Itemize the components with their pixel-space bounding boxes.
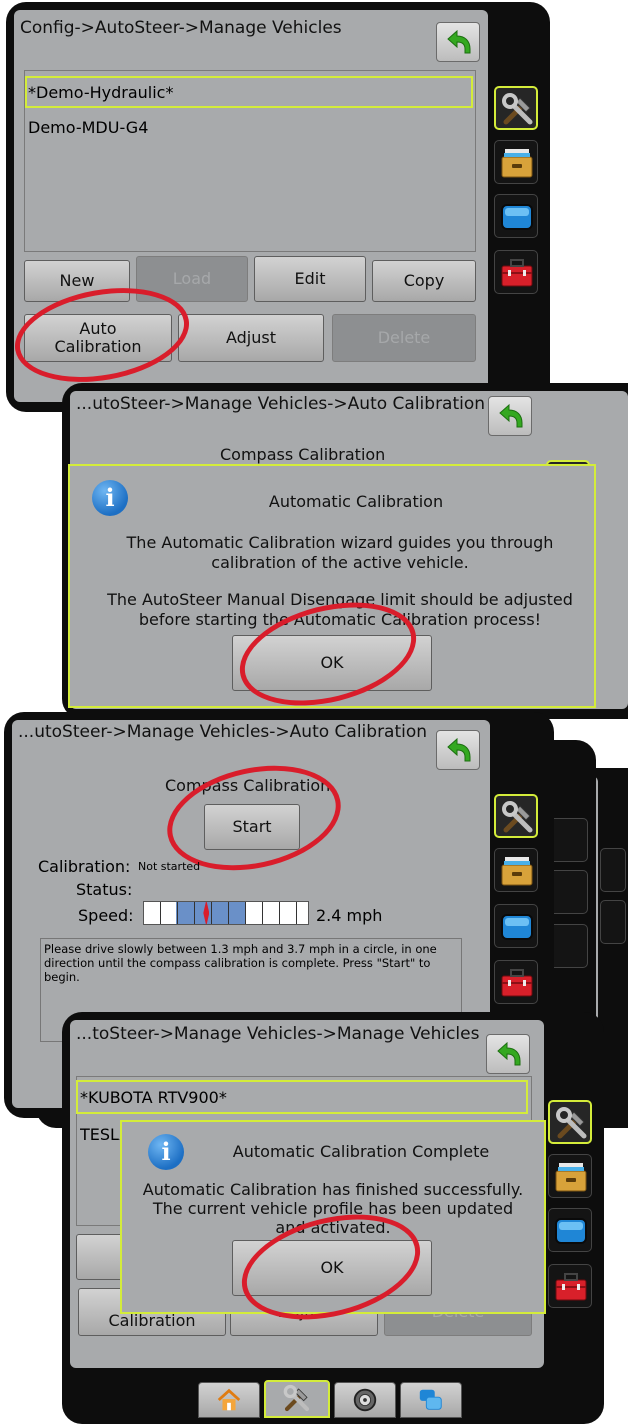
dialog-message: The Automatic Calibration wizard guides … xyxy=(126,533,554,572)
speed-bar-ticks xyxy=(144,902,308,924)
speed-label: Speed: xyxy=(78,906,134,925)
display-tab[interactable] xyxy=(548,1208,592,1252)
instructions-text: Please drive slowly between 1.3 mph and … xyxy=(44,942,437,984)
breadcrumb: ...toSteer->Manage Vehicles->Manage Vehi… xyxy=(76,1024,480,1044)
adjust-button[interactable]: Adjust xyxy=(178,314,324,362)
vehicle-item: *Demo-Hydraulic* xyxy=(28,83,174,102)
tools-tab[interactable] xyxy=(494,794,538,838)
speed-value: 2.4 mph xyxy=(316,906,383,925)
speed-bar xyxy=(143,901,309,925)
tools-icon xyxy=(282,1384,312,1414)
info-icon: i xyxy=(92,480,128,516)
edit-button[interactable]: Edit xyxy=(254,256,366,302)
gauge-tab[interactable] xyxy=(334,1382,396,1418)
home-tab[interactable] xyxy=(198,1382,260,1418)
data-tab[interactable] xyxy=(548,870,588,914)
display-tab[interactable] xyxy=(494,194,538,238)
back-arrow-icon xyxy=(446,738,472,764)
back-button[interactable] xyxy=(436,730,480,770)
vehicle-item[interactable]: TESLA xyxy=(80,1125,120,1144)
display-icon xyxy=(499,909,535,945)
toolbox-icon xyxy=(499,255,535,291)
tools-icon xyxy=(500,800,536,836)
data-tab[interactable] xyxy=(494,140,538,184)
toolbox-tab[interactable] xyxy=(494,960,538,1004)
tools-tab[interactable] xyxy=(494,86,538,130)
breadcrumb: ...utoSteer->Manage Vehicles->Auto Calib… xyxy=(76,394,486,414)
back-arrow-icon xyxy=(498,404,524,430)
display-tab[interactable] xyxy=(548,924,588,968)
copy-button[interactable]: Copy xyxy=(372,260,476,302)
tools-tab[interactable] xyxy=(600,848,626,892)
tools-icon xyxy=(500,92,536,128)
status-label: Status: xyxy=(76,880,133,899)
vehicle-item[interactable]: Demo-MDU-G4 xyxy=(28,118,148,137)
tools-icon xyxy=(554,1106,590,1142)
data-drawer-icon xyxy=(553,1159,589,1195)
calibration-value: Not started xyxy=(138,860,201,873)
screens-icon xyxy=(417,1386,445,1414)
back-arrow-icon xyxy=(496,1042,522,1068)
calibration-label: Calibration: xyxy=(38,857,131,876)
tools-tab[interactable] xyxy=(548,818,588,862)
toolbox-icon xyxy=(499,965,535,1001)
data-tab[interactable] xyxy=(600,900,626,944)
back-button[interactable] xyxy=(488,396,532,436)
data-drawer-icon xyxy=(499,145,535,181)
toolbox-tab[interactable] xyxy=(494,250,538,294)
dialog-message: Automatic Calibration has finished succe… xyxy=(142,1180,524,1199)
display-icon xyxy=(553,1213,589,1249)
home-icon xyxy=(215,1386,243,1414)
gauge-icon xyxy=(351,1386,379,1414)
vehicle-item: *KUBOTA RTV900* xyxy=(80,1088,227,1107)
screens-tab[interactable] xyxy=(400,1382,462,1418)
toolbox-tab[interactable] xyxy=(548,1264,592,1308)
breadcrumb: ...utoSteer->Manage Vehicles->Auto Calib… xyxy=(18,722,428,742)
tools-bottom-tab[interactable] xyxy=(264,1380,330,1418)
display-tab[interactable] xyxy=(494,904,538,948)
dialog-title: Automatic Calibration xyxy=(268,492,444,511)
toolbox-icon xyxy=(553,1269,589,1305)
data-tab[interactable] xyxy=(548,1154,592,1198)
page-subtitle: Compass Calibration xyxy=(220,445,386,464)
delete-button[interactable]: Delete xyxy=(332,314,476,362)
back-button[interactable] xyxy=(486,1034,530,1074)
data-drawer-icon xyxy=(499,853,535,889)
breadcrumb: Config->AutoSteer->Manage Vehicles xyxy=(20,18,342,38)
tools-tab[interactable] xyxy=(548,1100,592,1144)
back-arrow-icon xyxy=(446,30,472,56)
info-icon: i xyxy=(148,1134,184,1170)
display-icon xyxy=(499,199,535,235)
back-button[interactable] xyxy=(436,22,480,62)
dialog-title: Automatic Calibration Complete xyxy=(232,1142,490,1161)
data-tab[interactable] xyxy=(494,848,538,892)
